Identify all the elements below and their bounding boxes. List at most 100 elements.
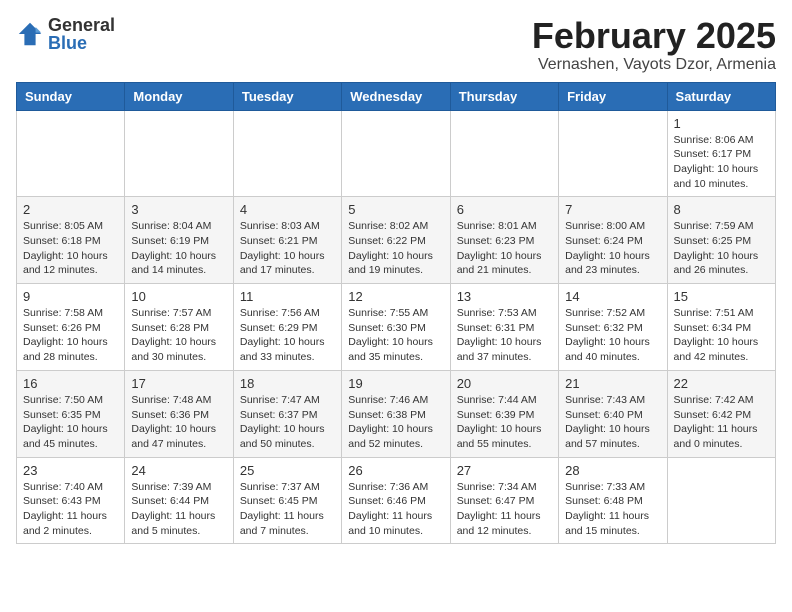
day-number: 18 [240, 376, 335, 391]
calendar-cell: 20Sunrise: 7:44 AM Sunset: 6:39 PM Dayli… [450, 370, 558, 457]
day-info: Sunrise: 7:40 AM Sunset: 6:43 PM Dayligh… [23, 480, 118, 539]
calendar-cell [559, 110, 667, 197]
day-info: Sunrise: 7:57 AM Sunset: 6:28 PM Dayligh… [131, 306, 226, 365]
day-number: 17 [131, 376, 226, 391]
title-block: February 2025 Vernashen, Vayots Dzor, Ar… [532, 16, 776, 74]
day-number: 9 [23, 289, 118, 304]
calendar-header: SundayMondayTuesdayWednesdayThursdayFrid… [17, 82, 776, 110]
day-number: 16 [23, 376, 118, 391]
day-number: 7 [565, 202, 660, 217]
weekday-header-wednesday: Wednesday [342, 82, 450, 110]
calendar-cell: 16 Sunrise: 7:50 AM Sunset: 6:35 PM Dayli… [17, 370, 125, 457]
page-header: General Blue February 2025 Vernashen, Va… [16, 16, 776, 74]
logo-blue-text: Blue [48, 34, 115, 52]
calendar-cell: 21Sunrise: 7:43 AM Sunset: 6:40 PM Dayli… [559, 370, 667, 457]
day-number: 22 [674, 376, 769, 391]
calendar-cell [450, 110, 558, 197]
day-info: Sunrise: 7:46 AM Sunset: 6:38 PM Dayligh… [348, 393, 443, 452]
day-info: Sunrise: 7:34 AM Sunset: 6:47 PM Dayligh… [457, 480, 552, 539]
calendar-cell: 17Sunrise: 7:48 AM Sunset: 6:36 PM Dayli… [125, 370, 233, 457]
weekday-header-friday: Friday [559, 82, 667, 110]
week-row-4: 23 Sunrise: 7:40 AM Sunset: 6:43 PM Dayli… [17, 457, 776, 544]
calendar-cell: 10 Sunrise: 7:57 AM Sunset: 6:28 PM Dayli… [125, 284, 233, 371]
calendar-cell: 6 Sunrise: 8:01 AM Sunset: 6:23 PM Daylig… [450, 197, 558, 284]
logo: General Blue [16, 16, 115, 52]
calendar-cell [233, 110, 341, 197]
calendar-cell: 13Sunrise: 7:53 AM Sunset: 6:31 PM Dayli… [450, 284, 558, 371]
location-text: Vernashen, Vayots Dzor, Armenia [532, 56, 776, 74]
day-info: Sunrise: 7:42 AM Sunset: 6:42 PM Dayligh… [674, 393, 769, 452]
day-number: 6 [457, 202, 552, 217]
calendar-cell: 23 Sunrise: 7:40 AM Sunset: 6:43 PM Dayli… [17, 457, 125, 544]
weekday-header-tuesday: Tuesday [233, 82, 341, 110]
day-info: Sunrise: 7:52 AM Sunset: 6:32 PM Dayligh… [565, 306, 660, 365]
calendar-cell [667, 457, 775, 544]
calendar-cell: 26Sunrise: 7:36 AM Sunset: 6:46 PM Dayli… [342, 457, 450, 544]
day-number: 28 [565, 463, 660, 478]
day-number: 15 [674, 289, 769, 304]
calendar-cell [125, 110, 233, 197]
day-number: 4 [240, 202, 335, 217]
day-info: Sunrise: 7:59 AM Sunset: 6:25 PM Dayligh… [674, 219, 769, 278]
day-info: Sunrise: 8:04 AM Sunset: 6:19 PM Dayligh… [131, 219, 226, 278]
month-year-title: February 2025 [532, 16, 776, 56]
calendar-cell: 5 Sunrise: 8:02 AM Sunset: 6:22 PM Daylig… [342, 197, 450, 284]
calendar-cell: 7 Sunrise: 8:00 AM Sunset: 6:24 PM Daylig… [559, 197, 667, 284]
calendar-cell: 1Sunrise: 8:06 AM Sunset: 6:17 PM Daylig… [667, 110, 775, 197]
day-info: Sunrise: 7:36 AM Sunset: 6:46 PM Dayligh… [348, 480, 443, 539]
day-info: Sunrise: 8:02 AM Sunset: 6:22 PM Dayligh… [348, 219, 443, 278]
calendar-cell: 14 Sunrise: 7:52 AM Sunset: 6:32 PM Dayli… [559, 284, 667, 371]
calendar-cell: 18 Sunrise: 7:47 AM Sunset: 6:37 PM Dayli… [233, 370, 341, 457]
weekday-header-sunday: Sunday [17, 82, 125, 110]
day-info: Sunrise: 7:58 AM Sunset: 6:26 PM Dayligh… [23, 306, 118, 365]
calendar-cell: 22 Sunrise: 7:42 AM Sunset: 6:42 PM Dayli… [667, 370, 775, 457]
day-info: Sunrise: 8:06 AM Sunset: 6:17 PM Dayligh… [674, 133, 769, 192]
day-info: Sunrise: 7:33 AM Sunset: 6:48 PM Dayligh… [565, 480, 660, 539]
day-info: Sunrise: 8:01 AM Sunset: 6:23 PM Dayligh… [457, 219, 552, 278]
calendar-cell: 3Sunrise: 8:04 AM Sunset: 6:19 PM Daylig… [125, 197, 233, 284]
week-row-0: 1Sunrise: 8:06 AM Sunset: 6:17 PM Daylig… [17, 110, 776, 197]
calendar-cell: 28 Sunrise: 7:33 AM Sunset: 6:48 PM Dayli… [559, 457, 667, 544]
day-info: Sunrise: 8:03 AM Sunset: 6:21 PM Dayligh… [240, 219, 335, 278]
calendar-cell: 2 Sunrise: 8:05 AM Sunset: 6:18 PM Daylig… [17, 197, 125, 284]
calendar-cell [17, 110, 125, 197]
day-number: 13 [457, 289, 552, 304]
calendar-table: SundayMondayTuesdayWednesdayThursdayFrid… [16, 82, 776, 545]
day-info: Sunrise: 8:05 AM Sunset: 6:18 PM Dayligh… [23, 219, 118, 278]
day-number: 24 [131, 463, 226, 478]
weekday-header-thursday: Thursday [450, 82, 558, 110]
calendar-cell: 9 Sunrise: 7:58 AM Sunset: 6:26 PM Daylig… [17, 284, 125, 371]
day-number: 20 [457, 376, 552, 391]
day-number: 25 [240, 463, 335, 478]
day-info: Sunrise: 8:00 AM Sunset: 6:24 PM Dayligh… [565, 219, 660, 278]
calendar-cell: 19 Sunrise: 7:46 AM Sunset: 6:38 PM Dayli… [342, 370, 450, 457]
calendar-body: 1Sunrise: 8:06 AM Sunset: 6:17 PM Daylig… [17, 110, 776, 544]
day-info: Sunrise: 7:55 AM Sunset: 6:30 PM Dayligh… [348, 306, 443, 365]
weekday-header-saturday: Saturday [667, 82, 775, 110]
day-number: 2 [23, 202, 118, 217]
day-number: 23 [23, 463, 118, 478]
calendar-cell: 4 Sunrise: 8:03 AM Sunset: 6:21 PM Daylig… [233, 197, 341, 284]
day-info: Sunrise: 7:50 AM Sunset: 6:35 PM Dayligh… [23, 393, 118, 452]
calendar-cell [342, 110, 450, 197]
calendar-cell: 15 Sunrise: 7:51 AM Sunset: 6:34 PM Dayli… [667, 284, 775, 371]
day-number: 14 [565, 289, 660, 304]
calendar-cell: 11Sunrise: 7:56 AM Sunset: 6:29 PM Dayli… [233, 284, 341, 371]
logo-text: General Blue [48, 16, 115, 52]
day-number: 19 [348, 376, 443, 391]
week-row-1: 2 Sunrise: 8:05 AM Sunset: 6:18 PM Daylig… [17, 197, 776, 284]
day-number: 5 [348, 202, 443, 217]
week-row-3: 16 Sunrise: 7:50 AM Sunset: 6:35 PM Dayli… [17, 370, 776, 457]
week-row-2: 9 Sunrise: 7:58 AM Sunset: 6:26 PM Daylig… [17, 284, 776, 371]
day-info: Sunrise: 7:39 AM Sunset: 6:44 PM Dayligh… [131, 480, 226, 539]
calendar-cell: 27Sunrise: 7:34 AM Sunset: 6:47 PM Dayli… [450, 457, 558, 544]
day-number: 8 [674, 202, 769, 217]
day-info: Sunrise: 7:51 AM Sunset: 6:34 PM Dayligh… [674, 306, 769, 365]
weekday-header-row: SundayMondayTuesdayWednesdayThursdayFrid… [17, 82, 776, 110]
logo-general-text: General [48, 16, 115, 34]
day-info: Sunrise: 7:47 AM Sunset: 6:37 PM Dayligh… [240, 393, 335, 452]
day-number: 10 [131, 289, 226, 304]
calendar-cell: 25Sunrise: 7:37 AM Sunset: 6:45 PM Dayli… [233, 457, 341, 544]
calendar-cell: 8 Sunrise: 7:59 AM Sunset: 6:25 PM Daylig… [667, 197, 775, 284]
day-info: Sunrise: 7:56 AM Sunset: 6:29 PM Dayligh… [240, 306, 335, 365]
